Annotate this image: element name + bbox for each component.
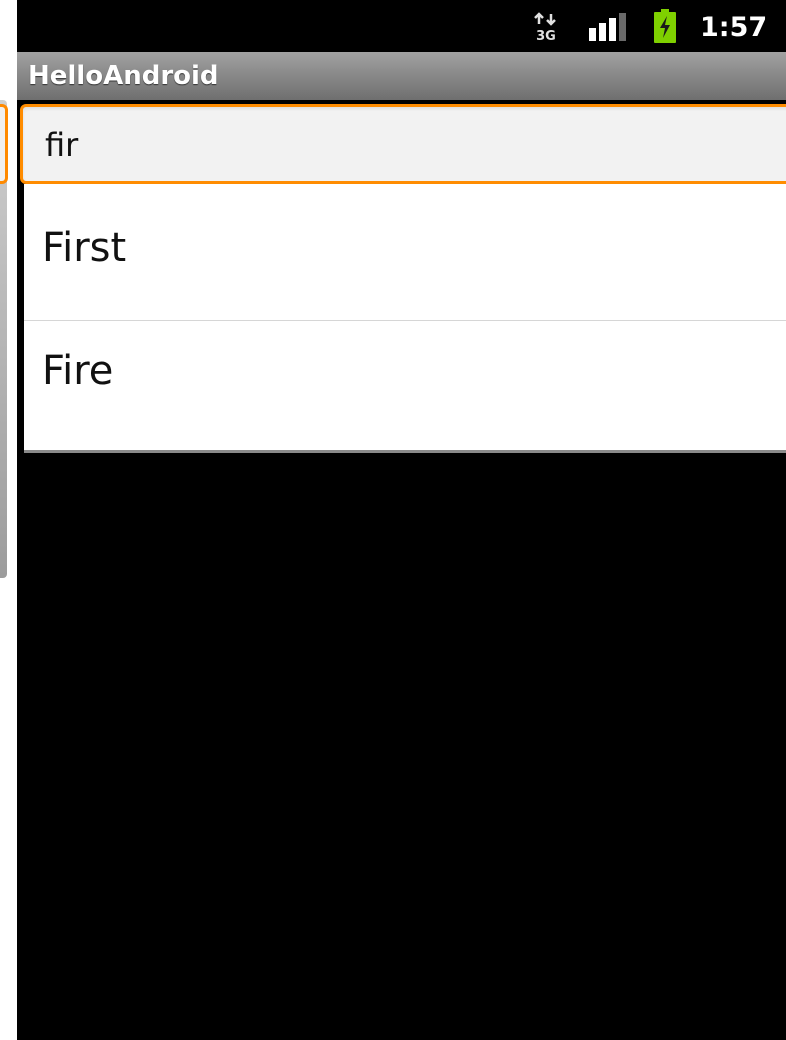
3g-data-arrows: 3G	[534, 12, 556, 44]
adjacent-focused-field-edge	[0, 104, 8, 184]
suggestion-label: First	[42, 225, 127, 271]
app-title-bar: HelloAndroid	[17, 52, 786, 100]
status-clock: 1:57	[700, 12, 768, 43]
battery-charging-icon	[654, 9, 676, 43]
device-screen: 3G 1:57 HelloAndroid fir First Fire	[17, 0, 786, 1040]
suggestion-item-first[interactable]: First	[24, 184, 786, 310]
suggestion-item-fire[interactable]: Fire	[24, 321, 786, 447]
status-bar: 3G 1:57	[17, 0, 786, 52]
autocomplete-input-value: fir	[45, 126, 79, 164]
3g-data-icon: 3G	[531, 12, 561, 44]
network-type-label: 3G	[536, 29, 556, 42]
screen: 3G 1:57 HelloAndroid fir First Fire	[0, 0, 786, 1040]
autocomplete-input[interactable]: fir	[20, 104, 786, 184]
app-title: HelloAndroid	[28, 61, 219, 91]
main-content: fir First Fire	[17, 100, 786, 1040]
suggestion-dropdown: First Fire	[24, 184, 786, 453]
suggestion-label: Fire	[42, 348, 114, 394]
signal-strength-icon	[587, 13, 629, 41]
